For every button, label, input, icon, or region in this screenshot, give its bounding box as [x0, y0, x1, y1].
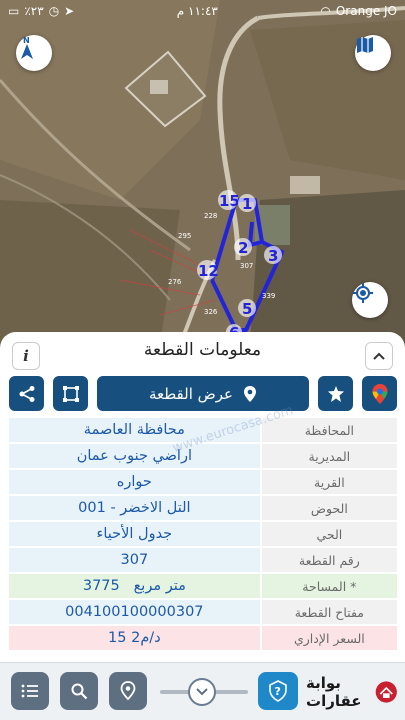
svg-text:?: ?	[275, 685, 281, 698]
show-parcel-label: عرض القطعة	[148, 384, 234, 403]
search-button[interactable]	[60, 672, 98, 710]
table-row: جدول الأحياء الحي	[9, 522, 397, 546]
parcel-number-value: 307	[9, 548, 260, 572]
wifi-icon: ◠	[320, 4, 331, 18]
search-icon	[71, 683, 88, 700]
neighborhood-label: الحي	[261, 522, 397, 546]
chevron-down-icon	[196, 688, 208, 696]
chevron-up-icon	[373, 352, 385, 360]
location-arrow-icon: ➤	[64, 4, 75, 18]
parcel-number-label: رقم القطعة	[261, 548, 397, 572]
google-maps-button[interactable]	[362, 376, 397, 411]
table-row: 307 رقم القطعة	[9, 548, 397, 572]
location-pin-icon	[244, 385, 257, 402]
basin-value: التل الاخضر - 001	[9, 496, 260, 520]
admin-price-label: السعر الإداري	[261, 626, 397, 650]
show-parcel-button[interactable]: عرض القطعة	[97, 376, 309, 411]
admin-price-value: 15 د/م2	[9, 626, 260, 650]
table-row: التل الاخضر - 001 الحوض	[9, 496, 397, 520]
basin-label: الحوض	[261, 496, 397, 520]
directorate-label: المديرية	[261, 444, 397, 468]
time: ١١:٤٣ م	[176, 4, 218, 18]
battery-icon: ▭	[8, 4, 20, 18]
village-label: القرية	[261, 470, 397, 494]
marker-15[interactable]: 15	[219, 192, 240, 210]
svg-text:326: 326	[204, 308, 218, 316]
collapse-button[interactable]	[365, 342, 393, 370]
parcel-info-sheet: i معلومات القطعة عرض القطعة محافظة العاص…	[0, 332, 405, 662]
svg-text:295: 295	[178, 232, 191, 240]
svg-text:N: N	[23, 36, 30, 45]
location-search-button[interactable]	[109, 672, 147, 710]
directorate-value: اراضي جنوب عمان	[9, 444, 260, 468]
pin-search-icon	[120, 681, 136, 701]
app-logo: بوابة عقارات	[306, 673, 398, 711]
alarm-icon: ◷	[48, 4, 60, 18]
svg-text:307: 307	[240, 262, 253, 270]
my-location-button[interactable]	[352, 282, 388, 318]
logo-icon	[376, 681, 398, 703]
help-button[interactable]: ?	[258, 672, 298, 710]
list-button[interactable]	[11, 672, 49, 710]
map-layers-button[interactable]	[355, 35, 391, 71]
sheet-title: معلومات القطعة	[143, 340, 262, 360]
svg-text:276: 276	[168, 278, 182, 286]
table-row: 15 د/م2 السعر الإداري	[9, 626, 397, 650]
logo-text: بوابة عقارات	[306, 674, 362, 710]
marker-12[interactable]: 12	[198, 262, 219, 280]
map-icon	[357, 37, 373, 53]
compass-button[interactable]: N	[16, 35, 52, 71]
parcel-key-value: 004100100000307	[9, 600, 260, 624]
carrier: Orange JO	[335, 4, 397, 18]
polygon-select-icon	[62, 385, 79, 402]
area-label: المساحة *	[261, 574, 397, 598]
parcel-key-label: مفتاح القطعة	[261, 600, 397, 624]
favorite-button[interactable]	[318, 376, 353, 411]
google-maps-icon	[372, 383, 387, 404]
star-badge-icon	[327, 385, 344, 402]
area-value: 3775 متر مربع	[9, 574, 260, 598]
map-canvas: 228 295 307 276 339 326 15 1 2 3 12 5 6	[0, 0, 405, 345]
status-bar: ▭ ٪٢٣ ◷ ➤ ١١:٤٣ م ◠ Orange JO	[0, 0, 405, 22]
neighborhood-value: جدول الأحياء	[9, 522, 260, 546]
svg-text:339: 339	[262, 292, 275, 300]
governorate-label: المحافظة	[261, 418, 397, 442]
marker-1[interactable]: 1	[242, 195, 252, 213]
parcel-details-table: محافظة العاصمة المحافظة اراضي جنوب عمان …	[9, 418, 397, 652]
table-row: 004100100000307 مفتاح القطعة	[9, 600, 397, 624]
compass-icon: N	[21, 36, 33, 59]
svg-text:228: 228	[204, 212, 217, 220]
help-shield-icon: ?	[269, 680, 287, 702]
list-icon	[21, 684, 38, 698]
action-row: عرض القطعة	[9, 376, 397, 412]
table-row: اراضي جنوب عمان المديرية	[9, 444, 397, 468]
marker-2[interactable]: 2	[238, 239, 248, 257]
share-button[interactable]	[9, 376, 44, 411]
panel-toggle-knob[interactable]	[188, 678, 216, 706]
marker-3[interactable]: 3	[268, 247, 278, 265]
table-row: حواره القرية	[9, 470, 397, 494]
battery-percent: ٪٢٣	[24, 4, 44, 18]
marker-5[interactable]: 5	[242, 300, 252, 318]
bottom-toolbar: ? بوابة عقارات	[0, 662, 405, 720]
share-icon	[19, 385, 34, 402]
table-row: 3775 متر مربع المساحة *	[9, 574, 397, 598]
select-area-button[interactable]	[53, 376, 88, 411]
village-value: حواره	[9, 470, 260, 494]
crosshair-icon	[353, 283, 373, 303]
satellite-map[interactable]: 228 295 307 276 339 326 15 1 2 3 12 5 6 …	[0, 0, 405, 345]
